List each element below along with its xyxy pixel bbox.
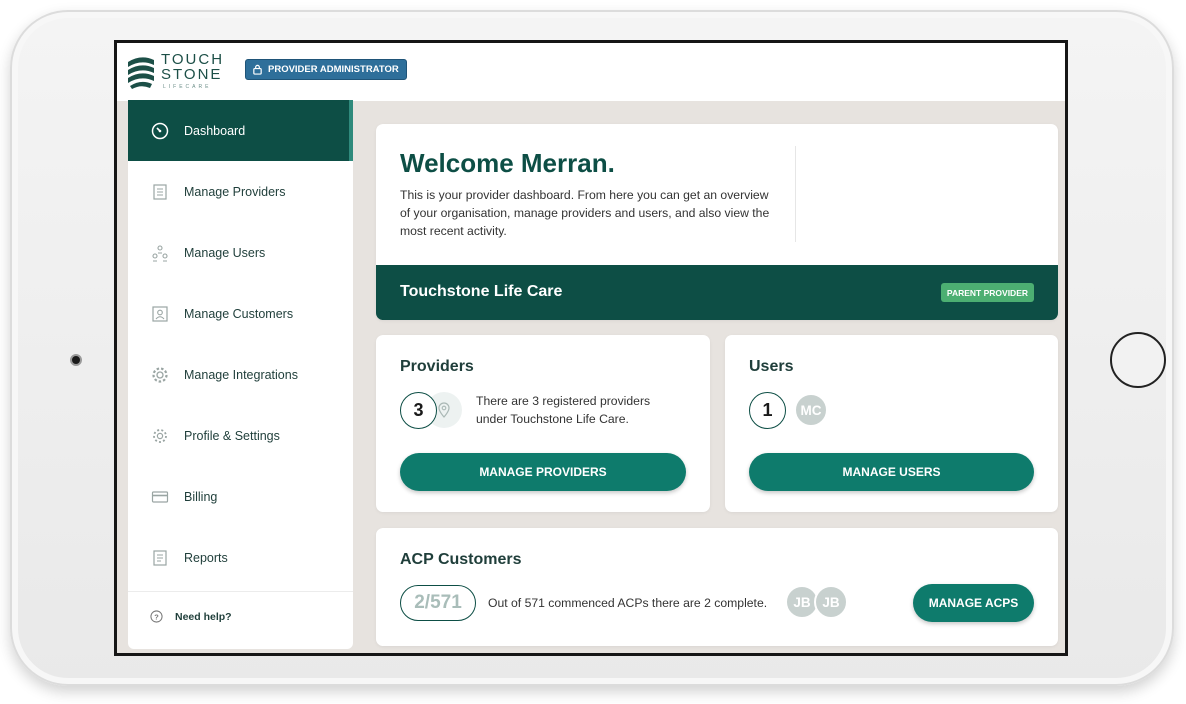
home-button[interactable] bbox=[1110, 332, 1166, 388]
sidebar-item-reports[interactable]: Reports bbox=[128, 527, 353, 588]
providers-title: Providers bbox=[400, 358, 474, 375]
sidebar-item-label: Manage Integrations bbox=[184, 367, 298, 382]
help-icon: ? bbox=[150, 610, 163, 623]
acp-description: Out of 571 commenced ACPs there are 2 co… bbox=[488, 596, 768, 610]
logo-text-line1: TOUCH bbox=[161, 51, 225, 68]
sidebar-item-label: Manage Providers bbox=[184, 184, 286, 199]
lock-icon bbox=[253, 64, 262, 75]
providers-count: 3 bbox=[400, 392, 437, 429]
parent-provider-badge: PARENT PROVIDER bbox=[940, 283, 1034, 302]
reports-icon bbox=[149, 547, 171, 569]
provider-administrator-badge: PROVIDER ADMINISTRATOR bbox=[245, 59, 407, 80]
providers-card: Providers 3 There are 3 registered provi… bbox=[376, 335, 710, 512]
logo-text-line2: STONE bbox=[161, 66, 223, 83]
sidebar-item-billing[interactable]: Billing bbox=[128, 466, 353, 527]
svg-text:?: ? bbox=[154, 612, 159, 621]
welcome-title: Welcome Merran. bbox=[400, 148, 615, 178]
welcome-divider bbox=[795, 146, 796, 242]
sidebar-item-label: Manage Customers bbox=[184, 306, 294, 321]
users-hierarchy-icon bbox=[149, 242, 171, 264]
sidebar-item-manage-integrations[interactable]: Manage Integrations bbox=[128, 344, 353, 405]
providers-description-line1: There are 3 registered providers bbox=[476, 394, 651, 408]
acp-ratio: 2/571 bbox=[400, 585, 476, 621]
acp-customers-card: ACP Customers 2/571 Out of 571 commenced… bbox=[376, 528, 1058, 646]
app-screen: TOUCH STONE LIFECARE PROVIDER ADMINISTRA… bbox=[114, 40, 1068, 656]
sidebar-item-manage-providers[interactable]: Manage Providers bbox=[128, 161, 353, 222]
settings-gear-icon bbox=[149, 425, 171, 447]
providers-description-line2: under Touchstone Life Care. bbox=[476, 412, 629, 426]
avatar[interactable]: MC bbox=[794, 393, 828, 427]
users-card: Users 1 MC MANAGE USERS bbox=[725, 335, 1058, 512]
acp-customers-title: ACP Customers bbox=[400, 551, 522, 568]
logo-subtitle: LIFECARE bbox=[163, 84, 212, 90]
manage-providers-button[interactable]: MANAGE PROVIDERS bbox=[400, 453, 686, 491]
welcome-text: This is your provider dashboard. From he… bbox=[400, 188, 770, 238]
sidebar-divider bbox=[128, 591, 353, 592]
touchstone-logo[interactable]: TOUCH STONE LIFECARE bbox=[125, 51, 222, 95]
sidebar-item-dashboard[interactable]: Dashboard bbox=[128, 100, 353, 161]
sidebar-item-label: Profile & Settings bbox=[184, 428, 280, 443]
need-help-link[interactable]: ? Need help? bbox=[150, 610, 232, 623]
sidebar-item-manage-customers[interactable]: Manage Customers bbox=[128, 283, 353, 344]
sidebar-item-manage-users[interactable]: Manage Users bbox=[128, 222, 353, 283]
manage-acps-button[interactable]: MANAGE ACPS bbox=[913, 584, 1034, 622]
sidebar-item-label: Manage Users bbox=[184, 245, 266, 260]
manage-users-button[interactable]: MANAGE USERS bbox=[749, 453, 1034, 491]
providers-description: There are 3 registered providers under T… bbox=[476, 392, 650, 428]
camera-icon bbox=[70, 354, 82, 366]
customer-card-icon bbox=[149, 303, 171, 325]
top-bar: TOUCH STONE LIFECARE PROVIDER ADMINISTRA… bbox=[117, 43, 1065, 101]
dashboard-icon bbox=[149, 120, 171, 142]
sidebar-item-profile-settings[interactable]: Profile & Settings bbox=[128, 405, 353, 466]
role-badge-label: PROVIDER ADMINISTRATOR bbox=[268, 64, 399, 75]
need-help-label: Need help? bbox=[175, 610, 232, 623]
sidebar-item-label: Reports bbox=[184, 550, 228, 565]
logo-wave-icon bbox=[128, 57, 154, 89]
organisation-name: Touchstone Life Care bbox=[400, 283, 563, 300]
sidebar-item-label: Billing bbox=[184, 489, 218, 504]
sidebar: Dashboard Manage Providers Manage Users … bbox=[128, 100, 353, 649]
billing-card-icon bbox=[149, 486, 171, 508]
document-list-icon bbox=[149, 181, 171, 203]
avatar[interactable]: JB bbox=[814, 585, 848, 619]
sidebar-item-label: Dashboard bbox=[184, 123, 246, 138]
welcome-card: Welcome Merran. This is your provider da… bbox=[376, 124, 1058, 320]
users-count: 1 bbox=[749, 392, 786, 429]
integrations-gear-icon bbox=[149, 364, 171, 386]
users-title: Users bbox=[749, 358, 794, 375]
organisation-bar: Touchstone Life Care PARENT PROVIDER bbox=[376, 265, 1058, 320]
